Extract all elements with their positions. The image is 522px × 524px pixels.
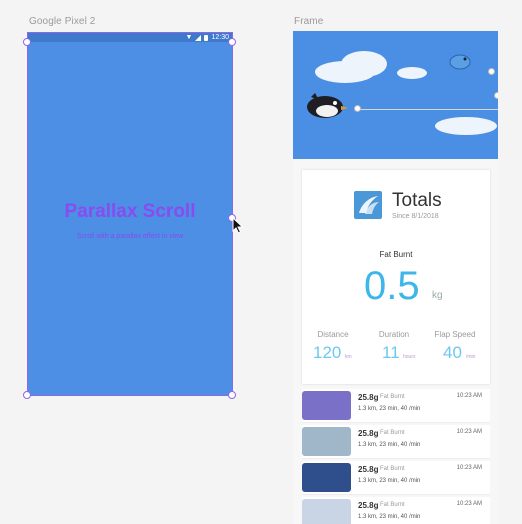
stat-value-distance: 120 [313,343,342,362]
entry-grams: 25.8g [358,429,379,438]
entry-thumbnail [302,391,351,420]
stat-unit-duration: hours [403,354,416,360]
entry-thumbnail [302,463,351,492]
entry-grams: 25.8g [358,465,379,474]
cloud [435,117,497,135]
stat-label-duration: Duration [378,330,410,339]
entry-grams: 25.8g [358,393,379,402]
entry-grams: 25.8g [358,501,379,510]
connector-line [359,109,498,110]
status-icons: ▼ 12:30 [186,33,229,42]
entry-time: 10:23 AM [456,465,482,471]
totals-title: Totals [392,190,442,211]
totals-card: Totals Since 8/1/2018 Fat Burnt 0.5 kg D… [302,170,490,384]
stat-value-duration: 11 [382,343,400,362]
frame-artboard[interactable]: Totals Since 8/1/2018 Fat Burnt 0.5 kg D… [293,31,498,524]
stat-unit-flap-speed: /min [466,354,476,360]
stat-value-flap-speed: 40 [443,343,462,362]
penguin-small-icon [449,54,471,70]
artboard-label-pixel[interactable]: Google Pixel 2 [29,16,95,27]
page-subtitle[interactable]: Scroll with a parallax effect in view [28,233,232,240]
list-item[interactable]: 25.8g Fat Burnt 1.3 km, 23 min, 40 /min … [302,497,490,524]
pixel-artboard[interactable]: ▼ 12:30 Parallax Scroll Scroll with a pa… [27,32,233,396]
entry-time: 10:23 AM [456,429,482,435]
status-bar: ▼ 12:30 [28,33,232,42]
fat-burnt-value: 0.5 [364,264,420,308]
sky-header [293,31,498,159]
prototype-connector[interactable] [354,105,361,112]
entry-detail: 1.3 km, 23 min, 40 /min [358,514,421,520]
page-title[interactable]: Parallax Scroll [28,201,232,223]
stat-label-flap-speed: Flap Speed [434,330,476,339]
entry-thumbnail [302,427,351,456]
resize-handle-bottom-left[interactable] [23,391,31,399]
entry-thumbnail [302,499,351,524]
prototype-connector[interactable] [494,92,498,99]
wing-logo-icon [354,191,382,219]
stat-unit-distance: km [345,354,352,360]
artboard-label-frame[interactable]: Frame [294,16,323,27]
entry-sub: Fat Burnt [380,394,405,400]
entry-detail: 1.3 km, 23 min, 40 /min [358,406,421,412]
entry-sub: Fat Burnt [380,466,405,472]
battery-icon [204,34,209,41]
wifi-icon: ▼ [185,34,193,41]
prototype-connector[interactable] [488,68,495,75]
resize-handle-top-left[interactable] [23,38,31,46]
fat-burnt-unit: kg [432,290,443,301]
resize-handle-top-right[interactable] [228,38,236,46]
cursor-icon [232,217,244,234]
list-item[interactable]: 25.8g Fat Burnt 1.3 km, 23 min, 40 /min … [302,389,490,423]
list-item[interactable]: 25.8g Fat Burnt 1.3 km, 23 min, 40 /min … [302,461,490,495]
entry-detail: 1.3 km, 23 min, 40 /min [358,478,421,484]
totals-since: Since 8/1/2018 [392,213,439,220]
entries-list: 25.8g Fat Burnt 1.3 km, 23 min, 40 /min … [302,389,490,524]
entry-time: 10:23 AM [456,393,482,399]
fat-burnt-label: Fat Burnt [379,250,413,259]
list-item[interactable]: 25.8g Fat Burnt 1.3 km, 23 min, 40 /min … [302,425,490,459]
cloud [397,67,427,79]
entry-detail: 1.3 km, 23 min, 40 /min [358,442,421,448]
resize-handle-bottom-right[interactable] [228,391,236,399]
cloud [341,51,387,77]
entry-sub: Fat Burnt [380,430,405,436]
signal-icon [195,34,202,41]
stat-label-distance: Distance [317,330,349,339]
entry-sub: Fat Burnt [380,502,405,508]
entry-time: 10:23 AM [456,501,482,507]
penguin-big-icon [307,93,348,118]
status-time: 12:30 [211,34,229,41]
